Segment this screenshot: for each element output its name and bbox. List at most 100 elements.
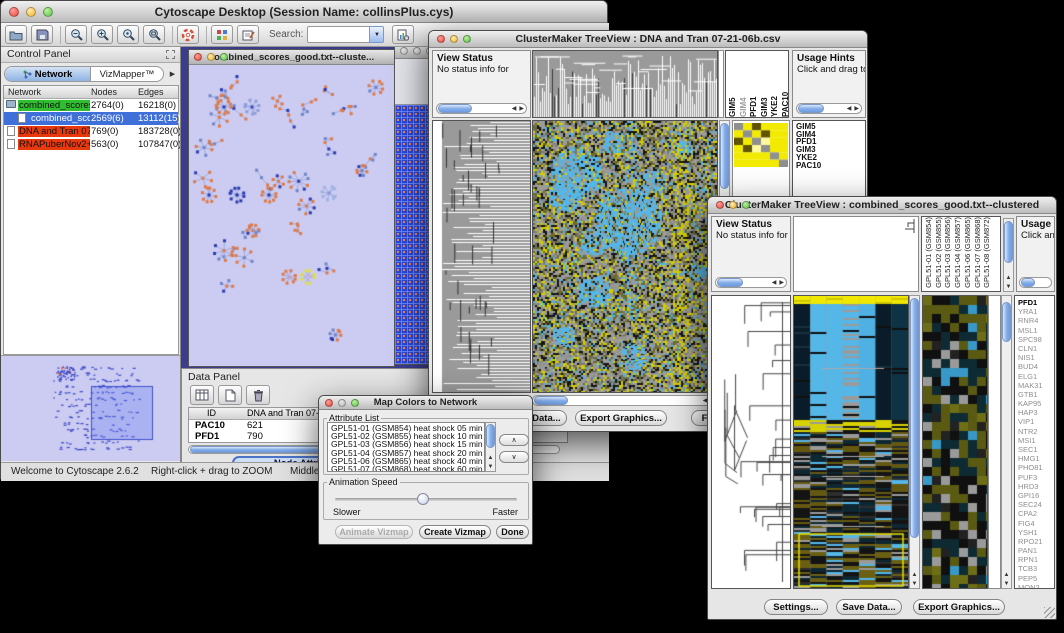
- gene-label[interactable]: CPA2: [1018, 509, 1054, 518]
- gene-label[interactable]: NIS1: [1018, 353, 1054, 362]
- gene-label[interactable]: PHO81: [1018, 463, 1054, 472]
- tv2-status-scrollbar[interactable]: ◀▶: [715, 277, 787, 288]
- scrollbar-thumb[interactable]: [910, 298, 919, 538]
- zoom-out-button[interactable]: [65, 25, 87, 44]
- gene-label[interactable]: GPI16: [1018, 491, 1054, 500]
- gene-label[interactable]: PFD1: [1018, 298, 1054, 307]
- help-button[interactable]: [177, 25, 199, 44]
- scrollbar-thumb[interactable]: [1002, 302, 1011, 342]
- gene-label[interactable]: TCB3: [1018, 564, 1054, 573]
- gene-label[interactable]: MSL1: [1018, 326, 1054, 335]
- vizmapper-button[interactable]: [211, 25, 233, 44]
- column-label[interactable]: GPL51-03 (GSM856): [943, 217, 953, 288]
- delete-attribute-button[interactable]: [246, 385, 270, 405]
- zoom-button[interactable]: [742, 201, 750, 209]
- gene-label[interactable]: SEC1: [1018, 445, 1054, 454]
- tv2-usage-scrollbar[interactable]: [1019, 277, 1052, 288]
- save-session-button[interactable]: [31, 25, 53, 44]
- minimize-button[interactable]: [207, 53, 215, 61]
- gene-label[interactable]: PAN1: [1018, 546, 1054, 555]
- annotation-button[interactable]: [237, 25, 259, 44]
- scrollbar-thumb[interactable]: [720, 123, 729, 189]
- gene-label[interactable]: VIP1: [1018, 417, 1054, 426]
- close-button[interactable]: [9, 7, 19, 17]
- tv2-zoom-heatmap[interactable]: [922, 295, 988, 589]
- gene-label[interactable]: RNR4: [1018, 316, 1054, 325]
- gene-label[interactable]: HMG1: [1018, 454, 1054, 463]
- gene-label[interactable]: NTR2: [1018, 427, 1054, 436]
- minimize-button[interactable]: [413, 47, 421, 55]
- resize-grip[interactable]: [1044, 607, 1055, 618]
- minimize-button[interactable]: [450, 35, 458, 43]
- gene-label[interactable]: ELG1: [1018, 372, 1054, 381]
- move-up-button[interactable]: ∧: [499, 434, 529, 446]
- dense-network-module[interactable]: [395, 105, 432, 364]
- tv2-heatmap[interactable]: [793, 295, 909, 589]
- tab-overflow-button[interactable]: ▶: [167, 66, 178, 82]
- gene-label[interactable]: MON2: [1018, 583, 1054, 589]
- tv2-settings-button[interactable]: Settings...: [764, 599, 828, 615]
- treeview2-title-bar[interactable]: ClusterMaker TreeView : combined_scores_…: [708, 197, 1056, 214]
- gene-label[interactable]: RPN1: [1018, 555, 1054, 564]
- network-row-dna-tran[interactable]: DNA and Tran 07 769(0) 183728(0): [4, 125, 178, 138]
- treeview1-title-bar[interactable]: ClusterMaker TreeView : DNA and Tran 07-…: [429, 31, 867, 48]
- gene-label[interactable]: YSH1: [1018, 528, 1054, 537]
- gene-label[interactable]: MAK31: [1018, 381, 1054, 390]
- column-label[interactable]: GIM4: [739, 51, 750, 117]
- zoom-button[interactable]: [220, 53, 228, 61]
- column-label[interactable]: GPL51-01 (GSM854): [924, 217, 934, 288]
- tv2-gene-list[interactable]: PFD1YRA1RNR4MSL1SPC98CLN1NIS1BUD4ELG1MAK…: [1014, 295, 1055, 589]
- animate-vizmap-button[interactable]: Animate Vizmap: [335, 525, 413, 539]
- column-label[interactable]: GIM3: [760, 51, 771, 117]
- scrollbar-thumb[interactable]: [534, 396, 568, 405]
- gene-label[interactable]: SPC98: [1018, 335, 1054, 344]
- move-down-button[interactable]: ∨: [499, 451, 529, 463]
- tab-vizmapper[interactable]: VizMapper™: [91, 67, 163, 81]
- minimize-button[interactable]: [729, 201, 737, 209]
- tv1-column-dendrogram[interactable]: [532, 50, 718, 118]
- tv1-usage-scrollbar[interactable]: ◀▶: [796, 103, 862, 114]
- tv2-column-labels[interactable]: GPL51-01 (GSM854)GPL51-02 (GSM855)GPL51-…: [921, 216, 1001, 292]
- tv1-heatmap[interactable]: [532, 120, 718, 393]
- gene-label[interactable]: HRD3: [1018, 482, 1054, 491]
- gene-label[interactable]: HAP3: [1018, 408, 1054, 417]
- tv2-labels-scrollbar[interactable]: ▲▼: [1003, 218, 1014, 292]
- chevron-down-icon[interactable]: ▼: [369, 26, 384, 43]
- gene-label[interactable]: KAP95: [1018, 399, 1054, 408]
- tab-network[interactable]: Network: [5, 67, 91, 81]
- tv2-save-data-button[interactable]: Save Data...: [836, 599, 902, 615]
- network-frame-title-bar[interactable]: combined_scores_good.txt--cluste...: [189, 50, 394, 65]
- slider-thumb[interactable]: [417, 493, 429, 505]
- close-button[interactable]: [325, 399, 333, 407]
- gene-label[interactable]: MSI1: [1018, 436, 1054, 445]
- column-label[interactable]: GPL51-08 (GSM872): [982, 217, 992, 288]
- done-button[interactable]: Done: [496, 525, 529, 539]
- column-label[interactable]: YKE2: [770, 51, 781, 117]
- tv1-mini-matrix[interactable]: [734, 123, 788, 167]
- network-row-combined-sco-selected[interactable]: combined_sco 2569(6) 13112(15): [4, 112, 178, 125]
- column-label[interactable]: GPL51-06 (GSM865): [963, 217, 973, 288]
- column-label[interactable]: PFD1: [749, 51, 760, 117]
- column-label[interactable]: PAC10: [781, 51, 790, 117]
- tv2-export-graphics-button[interactable]: Export Graphics...: [913, 599, 1005, 615]
- column-label[interactable]: GPL51-07 (GSM868): [973, 217, 983, 288]
- new-attribute-button[interactable]: [218, 385, 242, 405]
- scrollbar-thumb[interactable]: [486, 424, 495, 448]
- scrollbar-thumb[interactable]: [438, 104, 472, 113]
- tv2-row-dendrogram[interactable]: [711, 295, 791, 589]
- search-input[interactable]: [307, 26, 369, 43]
- gene-label[interactable]: RPO21: [1018, 537, 1054, 546]
- network-row-combined-scores[interactable]: combined_scores_ 2764(0) 16218(0): [4, 99, 178, 112]
- gene-label[interactable]: PUF3: [1018, 473, 1054, 482]
- attribute-item[interactable]: GPL51-07 (GSM868) heat shock 60 min: [331, 465, 484, 472]
- import-attributes-button[interactable]: [392, 25, 414, 44]
- select-attributes-button[interactable]: [190, 385, 214, 405]
- tv2-heatmap-scrollbar[interactable]: ▲▼: [909, 295, 920, 589]
- scrollbar-thumb[interactable]: [1004, 221, 1013, 263]
- close-button[interactable]: [194, 53, 202, 61]
- create-vizmap-button[interactable]: Create Vizmap: [419, 525, 491, 539]
- open-session-button[interactable]: [5, 25, 27, 44]
- gene-label[interactable]: BUD4: [1018, 362, 1054, 371]
- zoom-in-button[interactable]: [91, 25, 113, 44]
- gene-label[interactable]: CLN1: [1018, 344, 1054, 353]
